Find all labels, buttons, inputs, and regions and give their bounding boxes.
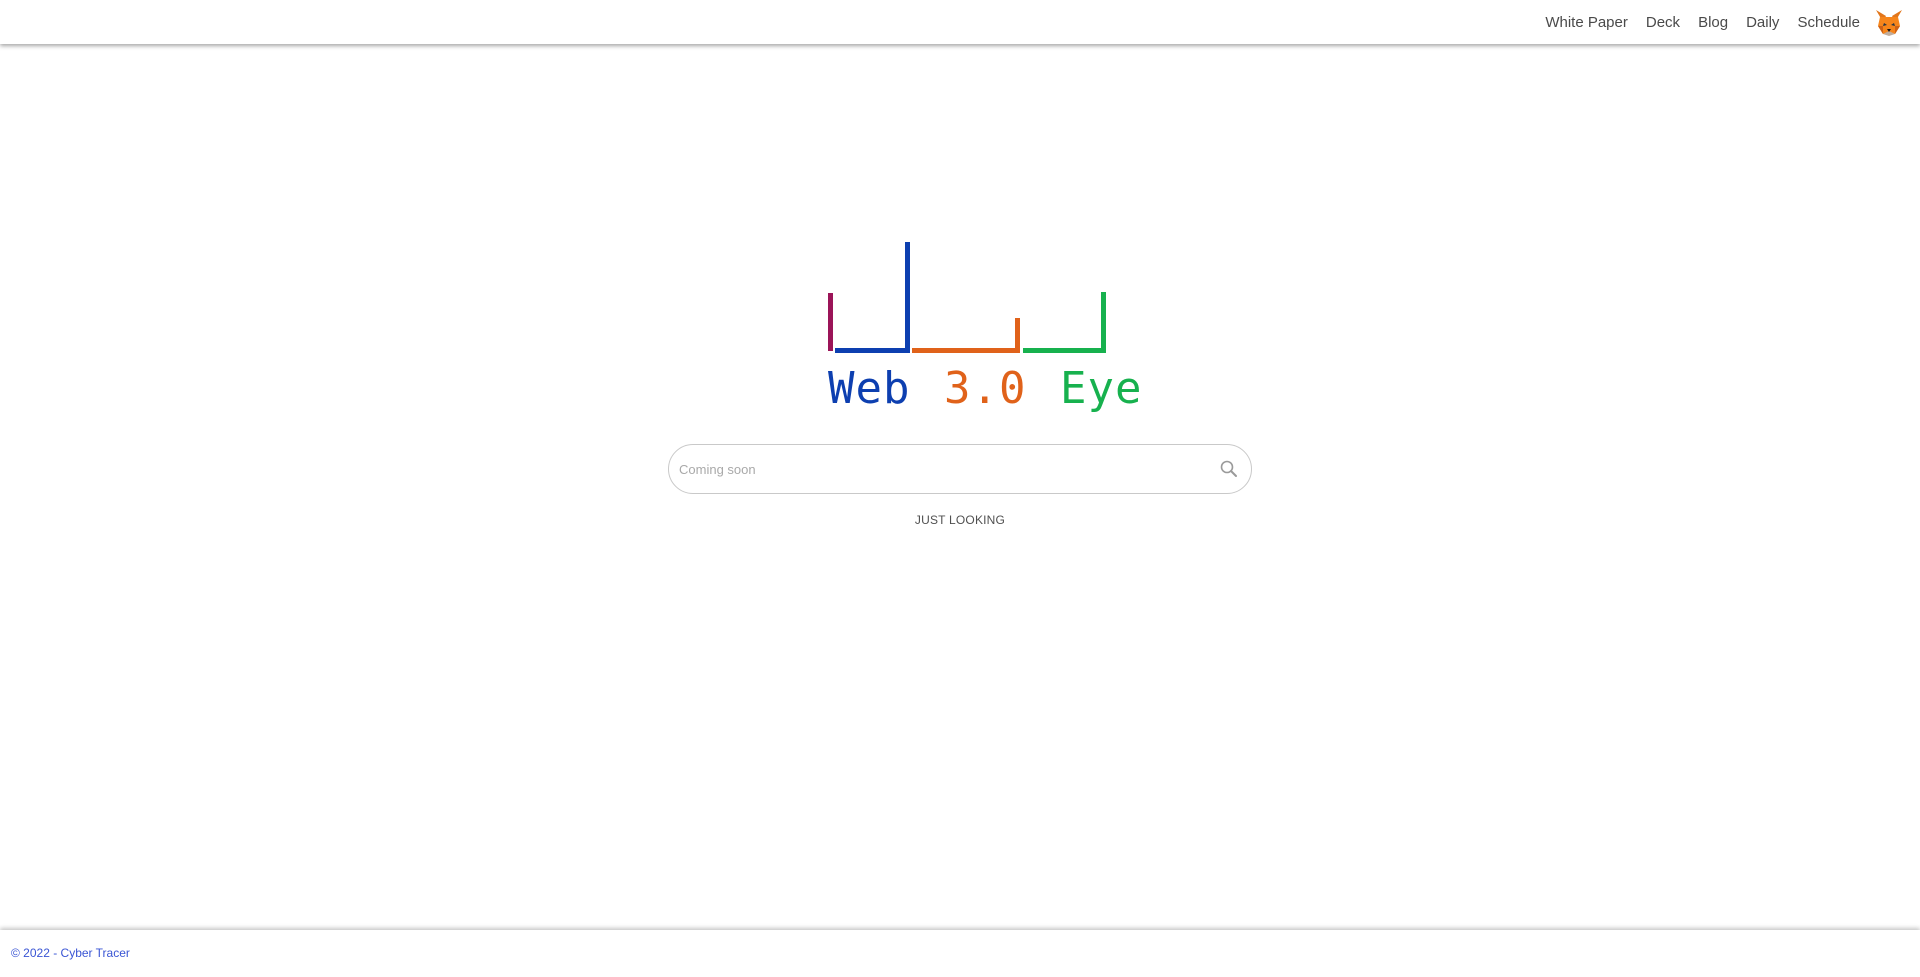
metamask-fox-icon[interactable]: [1874, 7, 1904, 37]
just-looking-button[interactable]: JUST LOOKING: [860, 509, 1060, 531]
search-input[interactable]: [679, 445, 1179, 493]
top-nav: White Paper Deck Blog Daily Schedule: [1527, 0, 1904, 44]
nav-link-daily[interactable]: Daily: [1746, 14, 1779, 31]
footer: © 2022 - Cyber Tracer: [0, 930, 1920, 977]
logo-word-web: Web: [828, 363, 911, 414]
logo-bars-graphic: [828, 242, 1106, 353]
top-navbar: White Paper Deck Blog Daily Schedule: [0, 0, 1920, 44]
logo-word-version: 3.0: [943, 363, 1027, 414]
logo-wordmark: Web 3.0 Eye: [828, 364, 1142, 414]
nav-link-blog[interactable]: Blog: [1698, 14, 1728, 31]
footer-copyright[interactable]: © 2022 - Cyber Tracer: [11, 946, 130, 960]
logo-word-eye: Eye: [1059, 363, 1143, 414]
nav-link-deck[interactable]: Deck: [1646, 14, 1680, 31]
search-icon[interactable]: [1219, 459, 1239, 479]
nav-link-white-paper[interactable]: White Paper: [1545, 14, 1628, 31]
page: White Paper Deck Blog Daily Schedule Web…: [0, 0, 1920, 977]
nav-link-schedule[interactable]: Schedule: [1797, 14, 1860, 31]
web3-eye-logo: Web 3.0 Eye: [820, 236, 1141, 436]
search-box: [668, 444, 1252, 494]
